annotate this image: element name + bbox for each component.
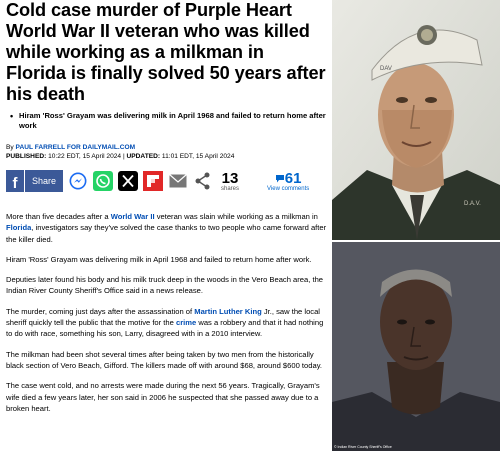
paragraph-text: The case went cold, and no arrests were … — [6, 381, 320, 413]
paragraph-text: The milkman had been shot several times … — [6, 349, 323, 370]
article-paragraph: The case went cold, and no arrests were … — [6, 380, 328, 414]
article-paragraph: Deputies later found his body and his mi… — [6, 274, 328, 297]
paragraph-text: Deputies later found his body and his mi… — [6, 275, 324, 296]
comments-count-number: 61 — [284, 169, 302, 187]
comment-bubble-icon — [275, 174, 284, 182]
veteran-portrait-photo: DAV D.A.V. — [332, 0, 500, 240]
facebook-icon[interactable]: f — [6, 170, 24, 192]
share-count: 13 shares — [221, 171, 239, 192]
summary-bullets: • Hiram 'Ross' Grayam was delivering mil… — [6, 111, 328, 131]
paragraph-text: Hiram 'Ross' Grayam was delivering milk … — [6, 254, 312, 264]
paragraph-text: More than five decades after a — [6, 212, 111, 221]
article-column: Cold case murder of Purple Heart World W… — [6, 0, 328, 423]
article-body: More than five decades after a World War… — [6, 211, 328, 414]
inline-topic-link[interactable]: crime — [176, 318, 196, 327]
inline-topic-link[interactable]: Florida — [6, 223, 31, 232]
published-label: PUBLISHED: — [6, 153, 47, 160]
email-icon[interactable] — [168, 171, 188, 191]
article-paragraph: Hiram 'Ross' Grayam was delivering milk … — [6, 254, 328, 265]
article-paragraph: More than five decades after a World War… — [6, 211, 328, 245]
share-count-number: 13 — [221, 169, 239, 187]
updated-label: UPDATED: — [126, 153, 161, 160]
comments-link[interactable]: 61 View comments — [267, 171, 309, 192]
paragraph-text: veteran was slain while working as a mil… — [154, 212, 318, 221]
inline-topic-link[interactable]: World War II — [111, 212, 155, 221]
comments-label: View comments — [267, 185, 310, 192]
facebook-share-button[interactable]: Share — [25, 170, 63, 192]
cap-text: DAV — [380, 66, 392, 72]
article-paragraph: The murder, coming just days after the a… — [6, 306, 328, 340]
messenger-icon[interactable] — [68, 171, 88, 191]
article-paragraph: The milkman had been shot several times … — [6, 349, 328, 372]
byline-by: By — [6, 144, 14, 151]
veteran-portrait-image: DAV D.A.V. — [332, 0, 500, 240]
share-bar: f Share 13 shares 61 View comments — [6, 169, 328, 193]
suspect-mugshot-photo: © Indian River County Sheriff's Office — [332, 242, 500, 451]
updated-date: 11:01 EDT, 15 April 2024 — [161, 153, 235, 160]
published-date: 10:22 EDT, 15 April 2024 — [48, 153, 122, 160]
share-icon[interactable] — [193, 171, 213, 191]
paragraph-text: The murder, coming just days after the a… — [6, 306, 195, 316]
author-link[interactable]: PAUL FARRELL FOR DAILYMAIL.COM — [16, 144, 136, 151]
x-icon[interactable] — [118, 171, 138, 191]
paragraph-text: , investigators say they've solved the c… — [6, 223, 327, 244]
flipboard-icon[interactable] — [143, 171, 163, 191]
article-headline: Cold case murder of Purple Heart World W… — [6, 0, 326, 104]
byline: By PAUL FARRELL FOR DAILYMAIL.COM PUBLIS… — [6, 143, 328, 161]
publish-dates: PUBLISHED: 10:22 EDT, 15 April 2024 | UP… — [6, 152, 328, 161]
share-count-label: shares — [221, 185, 240, 192]
whatsapp-icon[interactable] — [93, 171, 113, 191]
inline-topic-link[interactable]: Martin Luther King — [194, 307, 262, 316]
suspect-mugshot-image — [332, 242, 500, 451]
summary-bullet-text: Hiram 'Ross' Grayam was delivering milk … — [19, 111, 326, 130]
collar-text: D.A.V. — [464, 201, 481, 207]
bullet-dot: • — [10, 111, 14, 121]
date-separator: | — [122, 153, 125, 160]
summary-bullet: • Hiram 'Ross' Grayam was delivering mil… — [10, 111, 328, 131]
photo-credit: © Indian River County Sheriff's Office — [334, 445, 392, 449]
comments-count: 61 — [267, 171, 309, 186]
